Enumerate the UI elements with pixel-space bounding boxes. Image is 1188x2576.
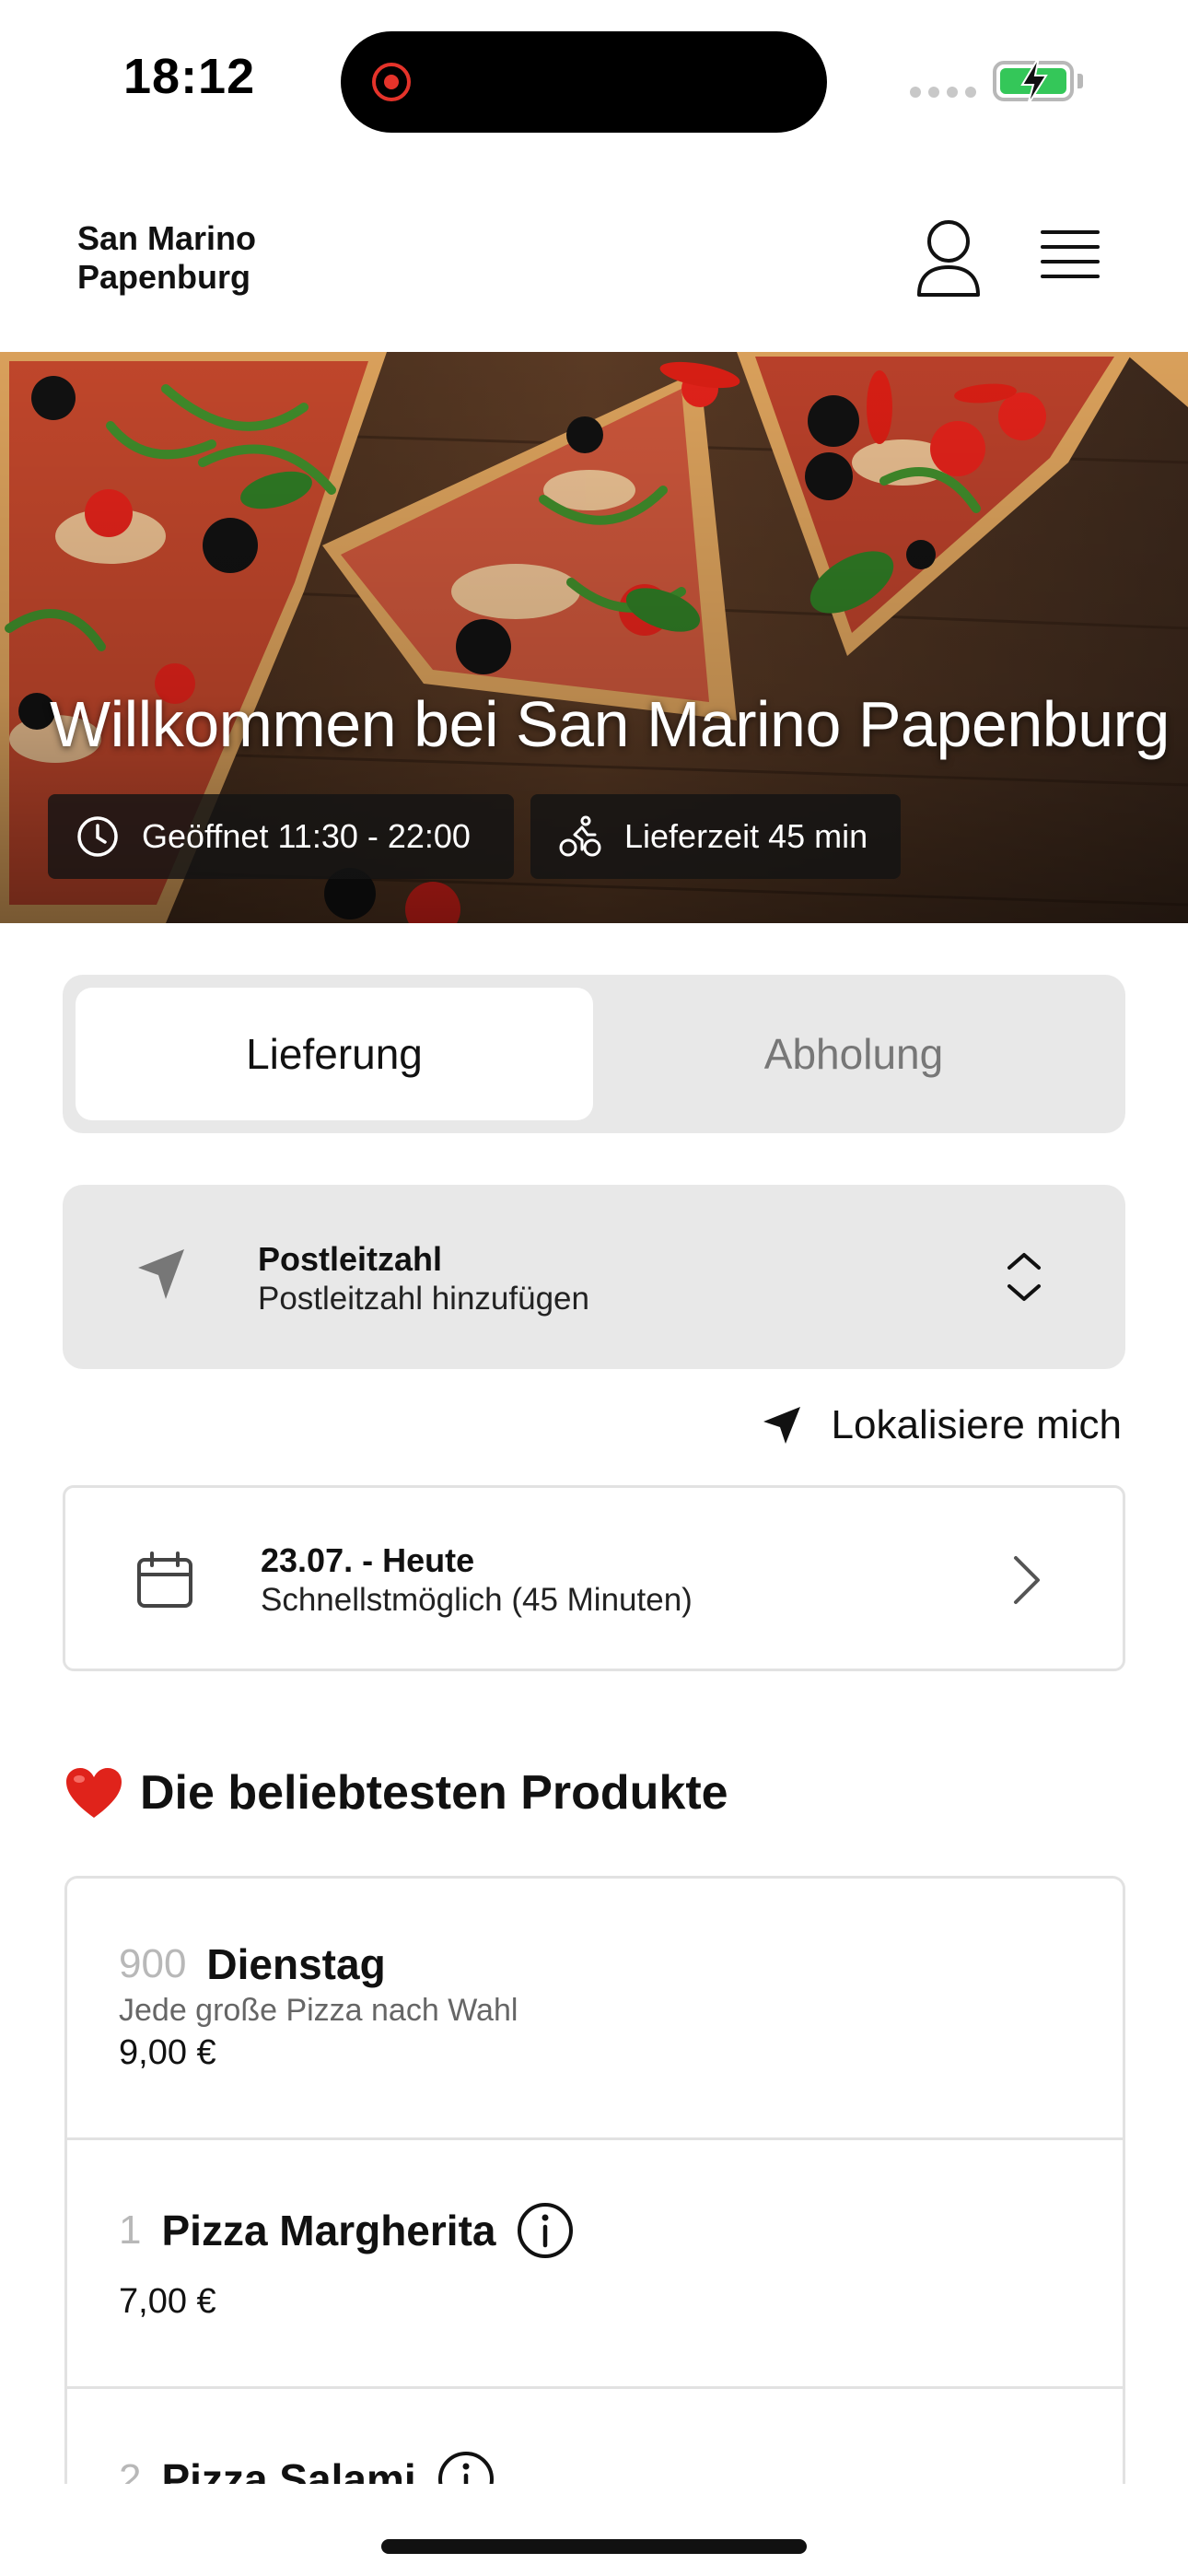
chevron-up-down-icon: [1007, 1253, 1041, 1301]
recording-indicator-icon: [372, 63, 411, 101]
calendar-icon: [137, 1551, 192, 1608]
product-number: 900: [119, 1941, 187, 1986]
app-header: San Marino Papenburg: [0, 184, 1188, 352]
schedule-date: 23.07. - Heute: [261, 1541, 475, 1579]
account-button[interactable]: [914, 217, 984, 300]
product-price: 9,00 €: [119, 2033, 216, 2072]
postal-code-placeholder: Postleitzahl hinzufügen: [258, 1281, 589, 1317]
brand-logo[interactable]: San Marino Papenburg: [77, 219, 256, 297]
opening-hours-chip: Geöffnet 11:30 - 22:00: [48, 794, 514, 879]
product-price: 7,00 €: [119, 2282, 216, 2321]
brand-line-2: Papenburg: [77, 258, 251, 296]
postal-code-label: Postleitzahl: [258, 1240, 443, 1278]
product-list: 900 Dienstag Jede große Pizza nach Wahl …: [64, 1876, 1125, 2484]
product-name: Pizza Margherita: [161, 2207, 496, 2254]
signal-icon: [910, 87, 976, 98]
section-title-text: Die beliebtesten Produkte: [140, 1766, 728, 1820]
info-icon[interactable]: [516, 2201, 575, 2260]
status-bar: 18:12: [0, 0, 1188, 157]
product-item[interactable]: 2 Pizza Salami: [67, 2389, 1123, 2484]
order-type-toggle: Lieferung Abholung: [63, 975, 1125, 1133]
charging-bolt-icon: [1020, 56, 1048, 106]
hero-title: Willkommen bei San Marino Papenburg: [50, 688, 1170, 760]
product-number: 1: [119, 2207, 142, 2253]
delivery-time-chip: Lieferzeit 45 min: [530, 794, 901, 879]
brand-line-1: San Marino: [77, 219, 257, 257]
product-item[interactable]: 1 Pizza Margherita 7,00 €: [67, 2140, 1123, 2389]
section-title: Die beliebtesten Produkte: [64, 1765, 728, 1821]
hero-banner: Willkommen bei San Marino Papenburg Geöf…: [0, 352, 1188, 923]
product-name: Dienstag: [206, 1940, 386, 1988]
heart-icon: [66, 1768, 122, 1818]
location-arrow-icon: [763, 1407, 800, 1444]
delivery-time-selector[interactable]: 23.07. - Heute Schnellstmöglich (45 Minu…: [63, 1485, 1125, 1671]
bicycle-courier-icon: [559, 815, 601, 857]
opening-hours-text: Geöffnet 11:30 - 22:00: [142, 817, 471, 855]
dynamic-island: [341, 31, 827, 133]
status-time: 18:12: [123, 49, 256, 104]
locate-me-label: Lokalisiere mich: [831, 1402, 1122, 1447]
tab-abholung[interactable]: Abholung: [595, 988, 1112, 1120]
product-number: 2: [119, 2456, 142, 2484]
product-item[interactable]: 900 Dienstag Jede große Pizza nach Wahl …: [67, 1879, 1123, 2140]
postal-code-field[interactable]: Postleitzahl Postleitzahl hinzufügen: [63, 1185, 1125, 1369]
locate-me-button[interactable]: Lokalisiere mich: [760, 1402, 1122, 1448]
menu-icon: [1041, 230, 1100, 234]
product-description: Jede große Pizza nach Wahl: [119, 1993, 518, 2028]
info-icon[interactable]: [437, 2450, 495, 2484]
schedule-time: Schnellstmöglich (45 Minuten): [261, 1582, 693, 1618]
home-indicator[interactable]: [381, 2539, 807, 2554]
tab-lieferung[interactable]: Lieferung: [76, 988, 593, 1120]
chevron-right-icon: [1014, 1556, 1040, 1604]
location-arrow-icon: [138, 1249, 184, 1299]
clock-icon: [77, 816, 118, 857]
menu-button[interactable]: [1041, 230, 1107, 287]
product-name: Pizza Salami: [161, 2455, 416, 2484]
delivery-time-text: Lieferzeit 45 min: [624, 817, 868, 855]
user-icon: [917, 220, 980, 297]
